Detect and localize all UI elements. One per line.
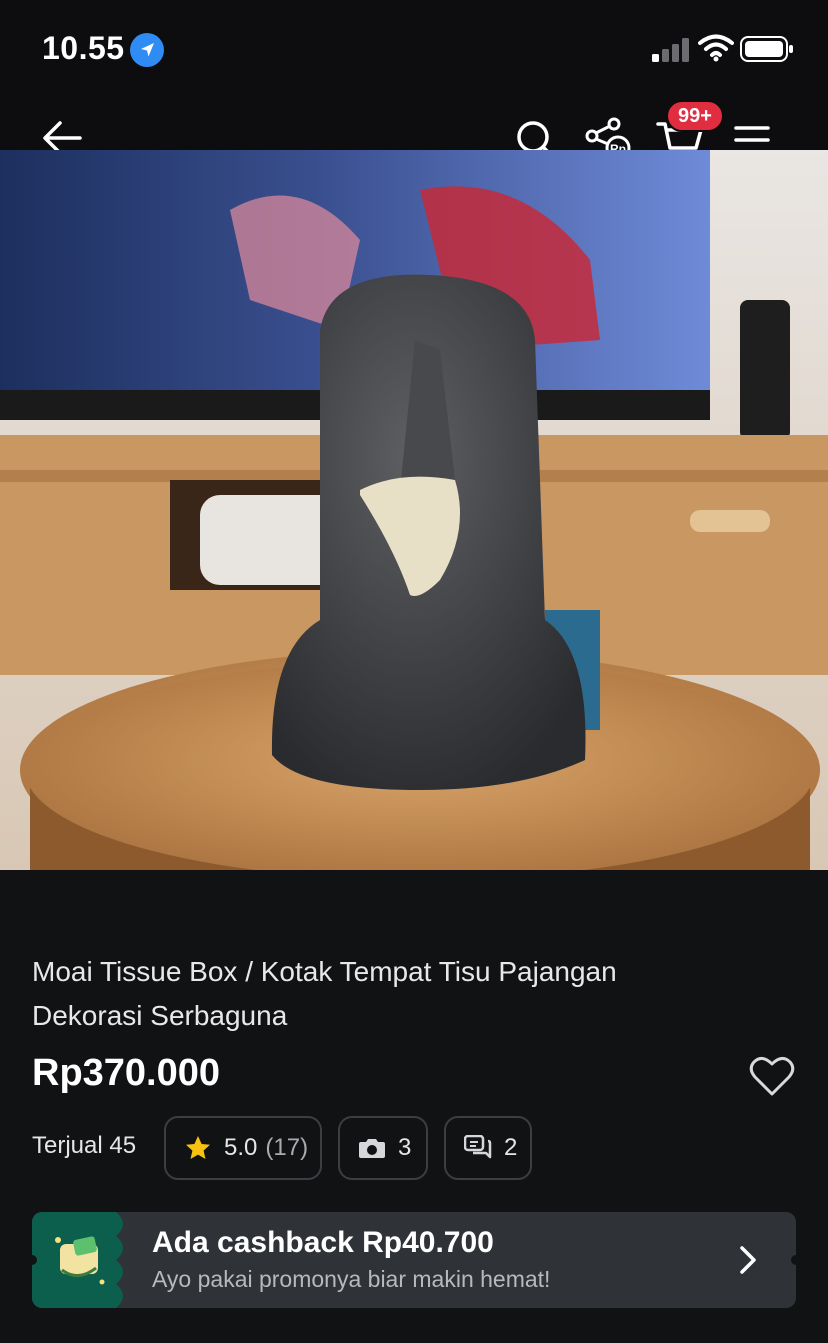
status-bar: 10.55 [0, 0, 828, 100]
status-time: 10.55 [42, 30, 125, 66]
star-icon [186, 1136, 210, 1159]
cashback-subtitle: Ayo pakai promonya biar makin hemat! [152, 1266, 551, 1292]
rating-chip[interactable]: 5.0 (17) [164, 1116, 322, 1180]
chat-bubbles-icon [464, 1135, 492, 1159]
wifi-icon [698, 34, 734, 62]
cashback-title: Ada cashback Rp40.700 [152, 1226, 494, 1259]
battery-icon [740, 36, 793, 62]
cashback-icon-panel [32, 1212, 128, 1308]
chevron-right-icon [740, 1246, 756, 1274]
heart-icon[interactable] [748, 1054, 796, 1098]
discussion-chip[interactable]: 2 [444, 1116, 532, 1180]
moai-tissue-box-photo [0, 150, 828, 870]
cashback-divider [116, 1212, 136, 1308]
product-price: Rp370.000 [32, 1052, 221, 1094]
cashback-banner[interactable]: Ada cashback Rp40.700 Ayo pakai promonya… [32, 1212, 796, 1308]
rating-count: (17) [265, 1134, 309, 1161]
location-arrow-icon [130, 33, 164, 67]
cellular-signal-icon [652, 38, 689, 62]
camera-icon [359, 1139, 385, 1158]
cart-count-badge: 99+ [666, 100, 724, 132]
photos-chip[interactable]: 3 [338, 1116, 428, 1180]
discussion-count: 2 [504, 1134, 518, 1161]
product-title: Moai Tissue Box / Kotak Tempat Tisu Paja… [32, 956, 617, 1031]
product-image[interactable] [0, 150, 828, 870]
photos-count: 3 [398, 1134, 412, 1161]
ticket-notch-right [791, 1255, 796, 1265]
sold-count: Terjual 45 [32, 1132, 137, 1159]
cashback-voucher-icon [55, 1236, 105, 1285]
rating-value: 5.0 [224, 1134, 258, 1161]
